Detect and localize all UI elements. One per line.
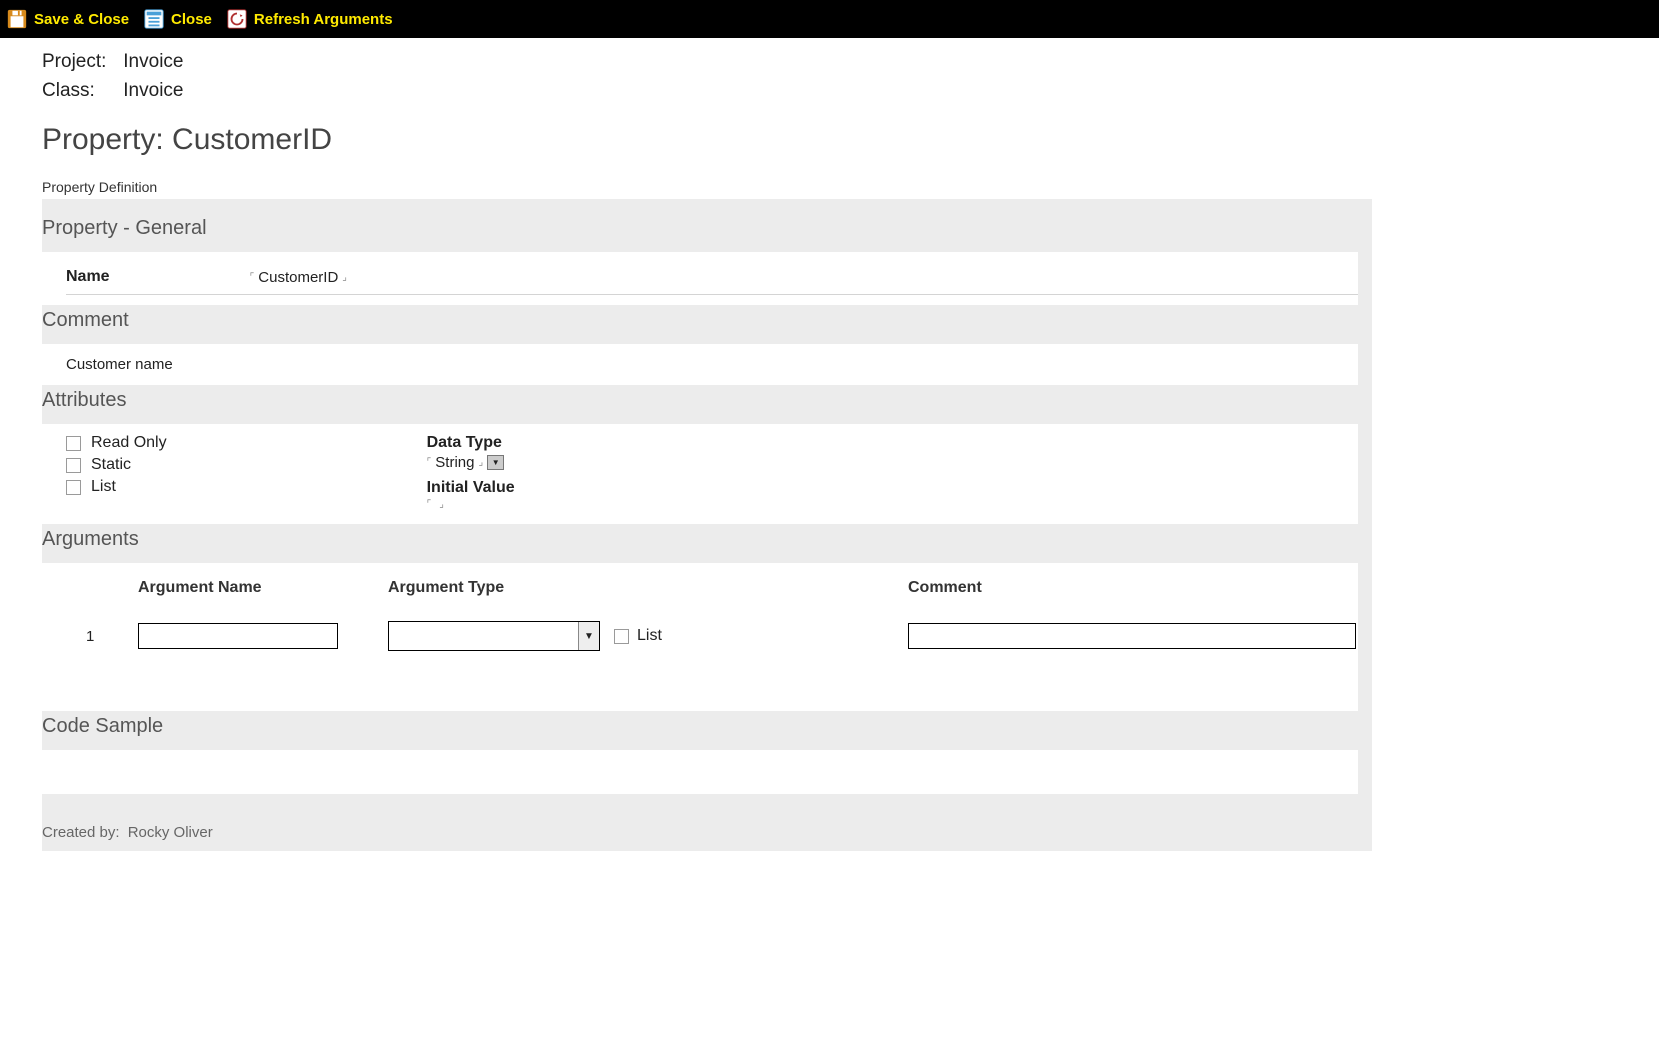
section-code-sample-title: Code Sample [42,715,1372,738]
toolbar: Save & Close Close Refresh Arguments [0,0,1659,38]
page-title: Property: CustomerID [42,123,1372,157]
close-icon [143,8,165,30]
created-by-line: Created by: Rocky Oliver [42,824,1372,841]
project-value: Invoice [123,51,183,72]
refresh-arguments-label: Refresh Arguments [254,11,393,28]
bracket-open-icon [427,457,432,468]
checkbox-icon [66,480,81,495]
data-type-label: Data Type [427,434,515,452]
initial-value-field[interactable] [427,499,515,510]
bracket-open-icon [427,499,432,510]
class-label: Class: [42,77,118,106]
argument-comment-input[interactable] [908,623,1356,649]
argument-index: 1 [66,628,138,645]
list-label: List [91,478,116,496]
refresh-icon [226,8,248,30]
data-type-dropdown-icon[interactable]: ▼ [487,455,504,470]
checkbox-icon [66,458,81,473]
name-row: Name CustomerID [66,262,1358,295]
initial-value-label: Initial Value [427,479,515,497]
data-type-value: String [433,454,476,471]
created-by-value: Rocky Oliver [128,824,213,841]
argument-row: 1 ▼ List [66,621,1358,651]
bracket-open-icon [250,272,255,283]
argument-type-select[interactable]: ▼ [388,621,600,651]
static-checkbox[interactable]: Static [66,456,167,474]
checkbox-icon [66,436,81,451]
save-close-icon [6,8,28,30]
section-general-title: Property - General [42,217,1372,240]
name-label: Name [66,268,110,286]
argument-list-label: List [637,627,662,645]
code-sample-panel[interactable] [42,750,1358,794]
arguments-panel: Argument Name Argument Type Comment 1 ▼ [42,563,1358,711]
created-by-label: Created by: [42,824,120,841]
project-label: Project: [42,48,118,77]
refresh-arguments-button[interactable]: Refresh Arguments [226,8,393,30]
argument-name-input[interactable] [138,623,338,649]
close-label: Close [171,11,212,28]
comment-value: Customer name [66,356,173,373]
section-comment-title: Comment [42,309,1372,332]
project-line: Project: Invoice [42,48,1372,77]
name-value: CustomerID [256,269,340,286]
static-label: Static [91,456,131,474]
sections-container: Property - General Name CustomerID Comme… [42,199,1372,851]
save-and-close-label: Save & Close [34,11,129,28]
bracket-close-icon [342,272,347,283]
close-button[interactable]: Close [143,8,212,30]
list-checkbox[interactable]: List [66,478,167,496]
bracket-close-icon [478,457,483,468]
readonly-checkbox[interactable]: Read Only [66,434,167,452]
class-value: Invoice [123,80,183,101]
argument-list-checkbox[interactable]: List [614,627,662,645]
page-body: Project: Invoice Class: Invoice Property… [0,38,1372,891]
arguments-col-name: Argument Name [138,579,388,597]
name-field[interactable]: CustomerID [250,269,347,286]
section-arguments-title: Arguments [42,528,1372,551]
comment-panel[interactable]: Customer name [42,344,1358,385]
arguments-header-row: Argument Name Argument Type Comment [66,579,1358,621]
general-panel: Name CustomerID [42,252,1358,305]
bracket-close-icon [439,499,444,510]
property-definition-caption: Property Definition [42,179,1372,195]
readonly-label: Read Only [91,434,167,452]
arguments-col-comment: Comment [908,579,1408,597]
attributes-value-column: Data Type String ▼ Initial Value [427,434,515,510]
checkbox-icon [614,629,629,644]
chevron-down-icon: ▼ [578,622,599,650]
class-line: Class: Invoice [42,77,1372,106]
attributes-panel: Read Only Static List Data Type String [42,424,1358,524]
save-and-close-button[interactable]: Save & Close [6,8,129,30]
section-attributes-title: Attributes [42,389,1372,412]
arguments-col-type: Argument Type [388,579,908,597]
data-type-field[interactable]: String ▼ [427,454,515,471]
attributes-checkbox-column: Read Only Static List [66,434,167,510]
